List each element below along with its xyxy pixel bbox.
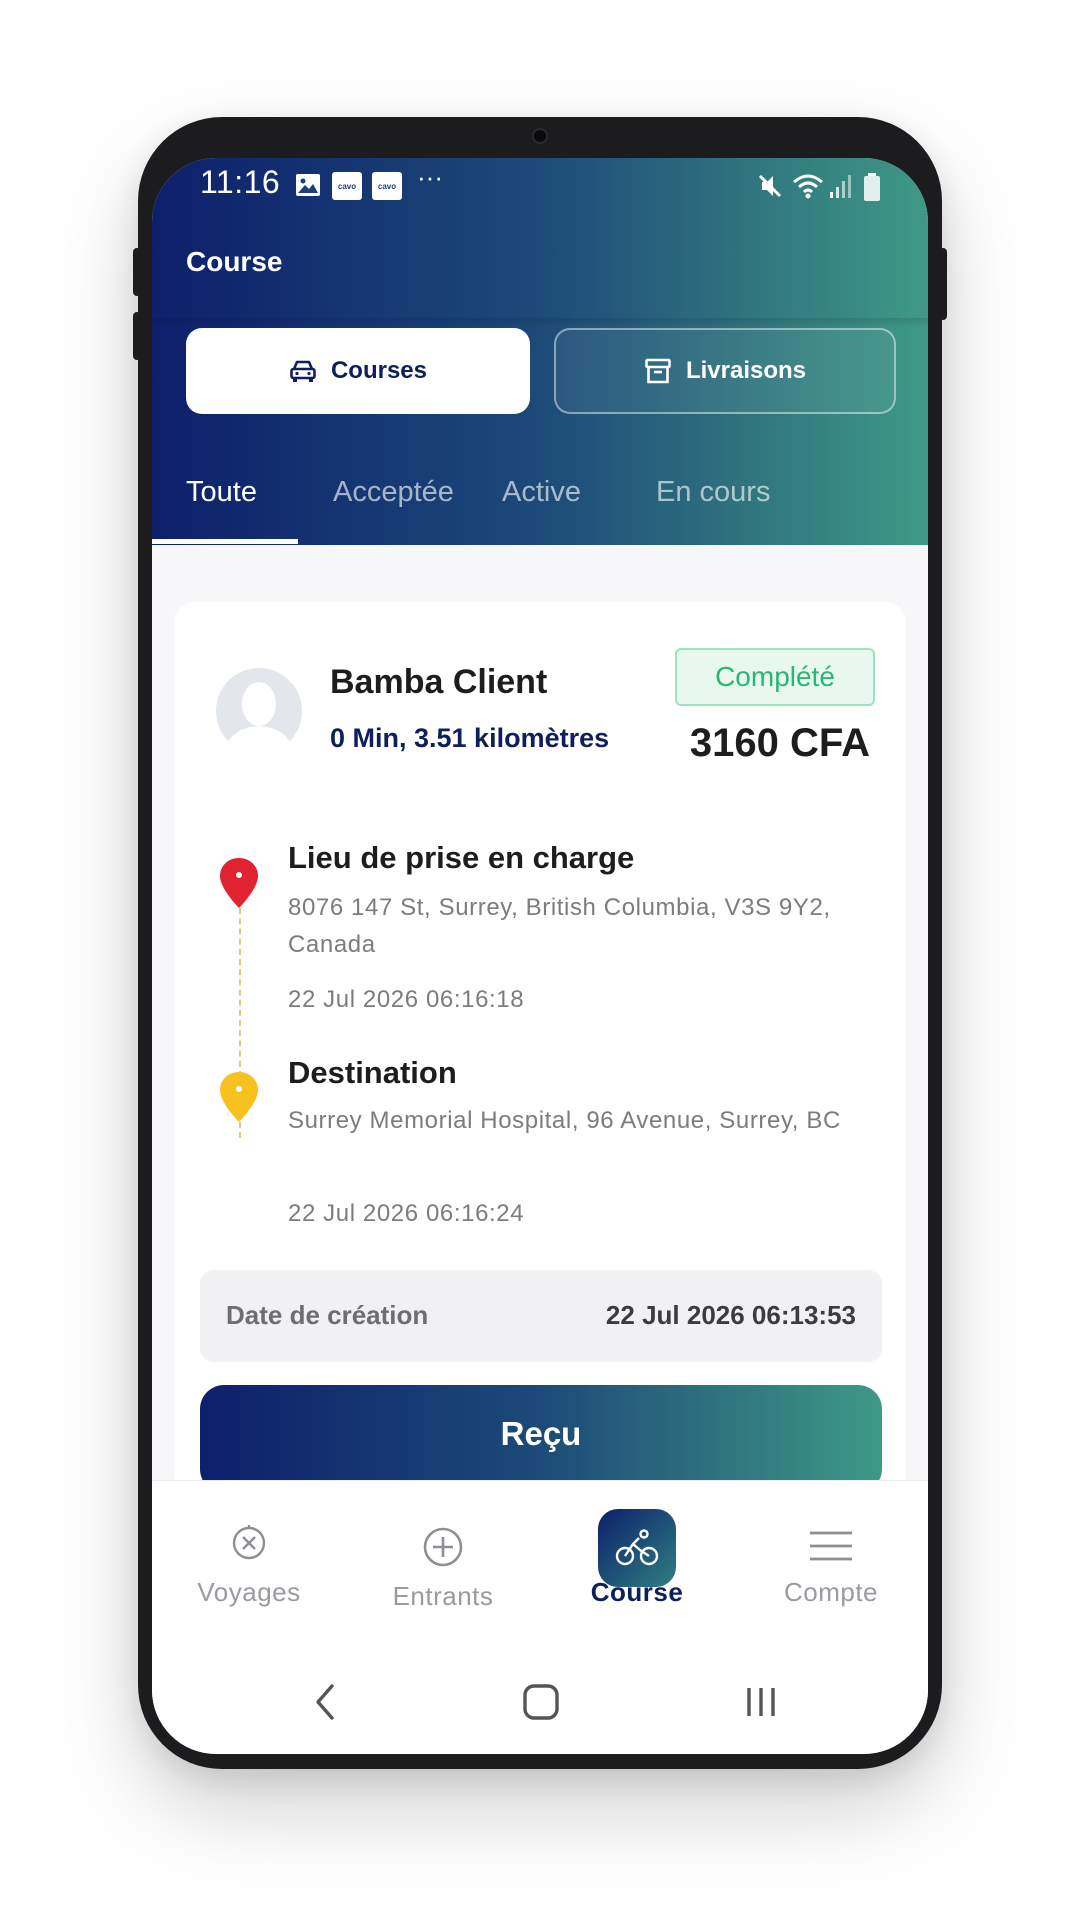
creation-date-row: Date de création 22 Jul 2026 06:13:53	[200, 1270, 882, 1362]
tab-active[interactable]: Active	[502, 476, 581, 509]
client-name: Bamba Client	[330, 663, 548, 701]
creation-date-label: Date de création	[226, 1300, 429, 1330]
creation-date-value: 22 Jul 2026 06:13:53	[605, 1300, 856, 1330]
nav-item-entrants[interactable]: Entrants	[346, 1481, 540, 1641]
pickup-title: Lieu de prise en charge	[288, 840, 635, 875]
ride-duration-distance: 0 Min, 3.51 kilomètres	[330, 723, 610, 753]
cavo-app-icon: cavo	[372, 172, 402, 200]
destination-pin-icon	[220, 1072, 258, 1122]
status-bar: 11:16 cavo cavo ···	[152, 158, 928, 228]
back-icon[interactable]	[312, 1682, 340, 1722]
pickup-pin-icon	[220, 858, 258, 908]
nav-label-entrants: Entrants	[392, 1581, 494, 1611]
app-header: 11:16 cavo cavo ··· Course Courses Livra…	[152, 158, 928, 545]
destination-title: Destination	[288, 1055, 457, 1090]
receipt-button-label: Reçu	[500, 1415, 582, 1452]
car-icon	[290, 360, 316, 382]
nav-label-voyages: Voyages	[197, 1577, 301, 1607]
nav-item-course[interactable]: Course	[540, 1481, 734, 1641]
livraisons-segment-label: Livraisons	[685, 357, 807, 384]
nav-item-compte[interactable]: Compte	[734, 1481, 928, 1641]
bicycle-icon	[615, 1529, 659, 1566]
header-shadow	[152, 318, 928, 328]
livraisons-segment-button[interactable]: Livraisons	[554, 328, 896, 414]
destination-time: 22 Jul 2026 06:16:24	[288, 1200, 525, 1227]
nav-label-course: Course	[590, 1577, 684, 1607]
home-icon[interactable]	[522, 1682, 560, 1722]
menu-icon	[810, 1531, 852, 1561]
active-tab-indicator	[152, 539, 298, 544]
phone-volume-down-button	[133, 312, 141, 360]
plus-circle-icon	[423, 1527, 463, 1567]
receipt-button[interactable]: Reçu	[200, 1385, 882, 1493]
tab-en-cours[interactable]: En cours	[656, 476, 770, 509]
ride-price: 3160 CFA	[689, 721, 870, 765]
app-badge-text: cavo	[377, 181, 397, 191]
battery-icon	[864, 173, 880, 201]
signal-icon	[830, 175, 851, 198]
phone-volume-up-button	[133, 248, 141, 296]
courses-segment-button[interactable]: Courses	[186, 328, 530, 414]
user-silhouette-icon	[224, 682, 294, 754]
system-nav-bar	[152, 1658, 928, 1738]
front-camera	[532, 128, 548, 144]
archive-box-icon	[645, 358, 671, 384]
nav-item-voyages[interactable]: Voyages	[152, 1481, 346, 1641]
compass-icon	[232, 1525, 266, 1560]
avatar	[216, 668, 302, 754]
nav-label-compte: Compte	[783, 1577, 879, 1607]
status-badge: Complété	[675, 648, 875, 706]
mute-icon	[758, 174, 782, 198]
tab-acceptee[interactable]: Acceptée	[333, 476, 454, 509]
cavo-app-icon: cavo	[332, 172, 362, 200]
courses-segment-label: Courses	[330, 357, 428, 384]
page-title: Course	[186, 246, 283, 277]
wifi-icon	[793, 174, 823, 199]
phone-power-button	[939, 248, 947, 320]
image-icon	[296, 174, 320, 196]
app-badge-text: cavo	[337, 181, 357, 191]
tab-toute[interactable]: Toute	[186, 476, 257, 509]
app-screen: 11:16 cavo cavo ··· Course Courses Livra…	[152, 158, 928, 1754]
status-time: 11:16	[200, 164, 281, 200]
pickup-address: 8076 147 St, Surrey, British Columbia, V…	[288, 894, 831, 958]
more-icon: ···	[417, 162, 443, 192]
pickup-time: 22 Jul 2026 06:16:18	[288, 986, 525, 1013]
destination-address: Surrey Memorial Hospital, 96 Avenue, Sur…	[288, 1107, 841, 1134]
recent-apps-icon[interactable]	[744, 1682, 778, 1722]
